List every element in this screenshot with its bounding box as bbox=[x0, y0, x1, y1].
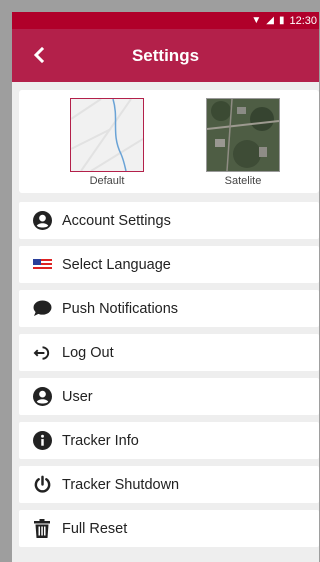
menu-item-label: Tracker Shutdown bbox=[62, 476, 180, 493]
satellite-map-thumbnail bbox=[206, 98, 280, 172]
info-icon bbox=[32, 431, 52, 451]
menu-item-push-notifications[interactable]: Push Notifications bbox=[19, 290, 319, 327]
settings-list: Account Settings Select Language Push No… bbox=[12, 202, 319, 547]
menu-item-select-language[interactable]: Select Language bbox=[19, 246, 319, 283]
map-type-label: Default bbox=[89, 175, 125, 187]
menu-item-label: Select Language bbox=[62, 256, 171, 273]
wifi-icon: ▼ bbox=[251, 14, 262, 26]
map-type-panel: Default Satelite bbox=[19, 90, 319, 193]
menu-item-log-out[interactable]: Log Out bbox=[19, 334, 319, 371]
account-circle-icon bbox=[32, 387, 52, 407]
app-bar: Settings bbox=[12, 29, 319, 82]
signal-icon: ◢ bbox=[266, 14, 274, 26]
menu-item-tracker-info[interactable]: Tracker Info bbox=[19, 422, 319, 459]
account-circle-icon bbox=[32, 211, 52, 231]
page-title: Settings bbox=[131, 45, 200, 65]
menu-item-label: Tracker Info bbox=[62, 432, 139, 449]
us-flag-icon bbox=[32, 255, 52, 275]
chat-bubble-icon bbox=[32, 299, 52, 319]
phone-screen: ▼ ◢ ▮ 12:30 Settings Default Satelite Ac… bbox=[12, 12, 319, 562]
status-bar: ▼ ◢ ▮ 12:30 bbox=[12, 12, 319, 29]
battery-icon: ▮ bbox=[278, 14, 285, 26]
map-type-label: Satelite bbox=[224, 175, 262, 187]
menu-item-label: Log Out bbox=[62, 344, 114, 361]
trash-icon bbox=[32, 519, 52, 539]
menu-item-label: Account Settings bbox=[62, 212, 171, 229]
default-map-thumbnail bbox=[70, 98, 144, 172]
menu-item-tracker-shutdown[interactable]: Tracker Shutdown bbox=[19, 466, 319, 503]
menu-item-user[interactable]: User bbox=[19, 378, 319, 415]
menu-item-account-settings[interactable]: Account Settings bbox=[19, 202, 319, 239]
menu-item-label: Push Notifications bbox=[62, 300, 179, 317]
power-icon bbox=[32, 475, 52, 495]
menu-item-label: Full Reset bbox=[62, 520, 128, 537]
menu-item-label: User bbox=[62, 388, 93, 405]
menu-item-full-reset[interactable]: Full Reset bbox=[19, 510, 319, 547]
map-type-default[interactable]: Default bbox=[67, 98, 147, 187]
status-time: 12:30 bbox=[289, 14, 317, 27]
map-type-satellite[interactable]: Satelite bbox=[203, 98, 283, 187]
logout-icon bbox=[32, 343, 52, 363]
